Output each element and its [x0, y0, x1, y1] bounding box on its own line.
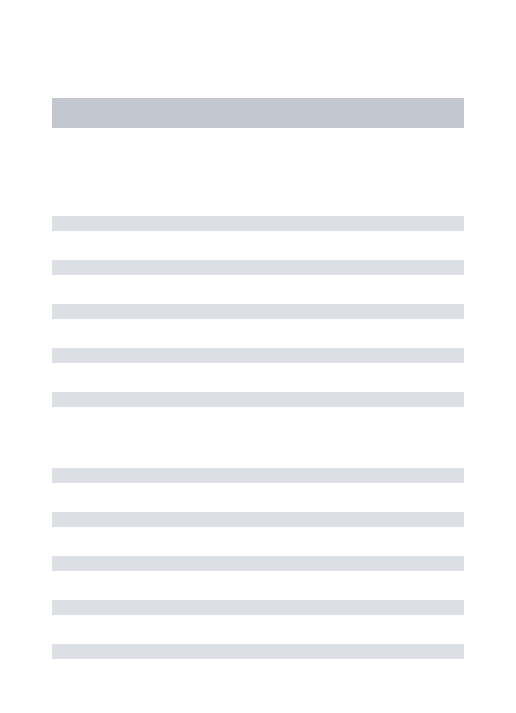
text-line-placeholder: [52, 216, 464, 231]
text-line-placeholder: [52, 644, 464, 659]
text-line-placeholder: [52, 304, 464, 319]
page-skeleton: [0, 0, 516, 659]
text-block-2: [52, 468, 464, 659]
text-block-1: [52, 216, 464, 407]
text-line-placeholder: [52, 348, 464, 363]
spacer: [52, 436, 464, 468]
text-line-placeholder: [52, 468, 464, 483]
text-line-placeholder: [52, 260, 464, 275]
text-line-placeholder: [52, 600, 464, 615]
text-line-placeholder: [52, 392, 464, 407]
text-line-placeholder: [52, 556, 464, 571]
header-placeholder: [52, 98, 464, 128]
text-line-placeholder: [52, 512, 464, 527]
